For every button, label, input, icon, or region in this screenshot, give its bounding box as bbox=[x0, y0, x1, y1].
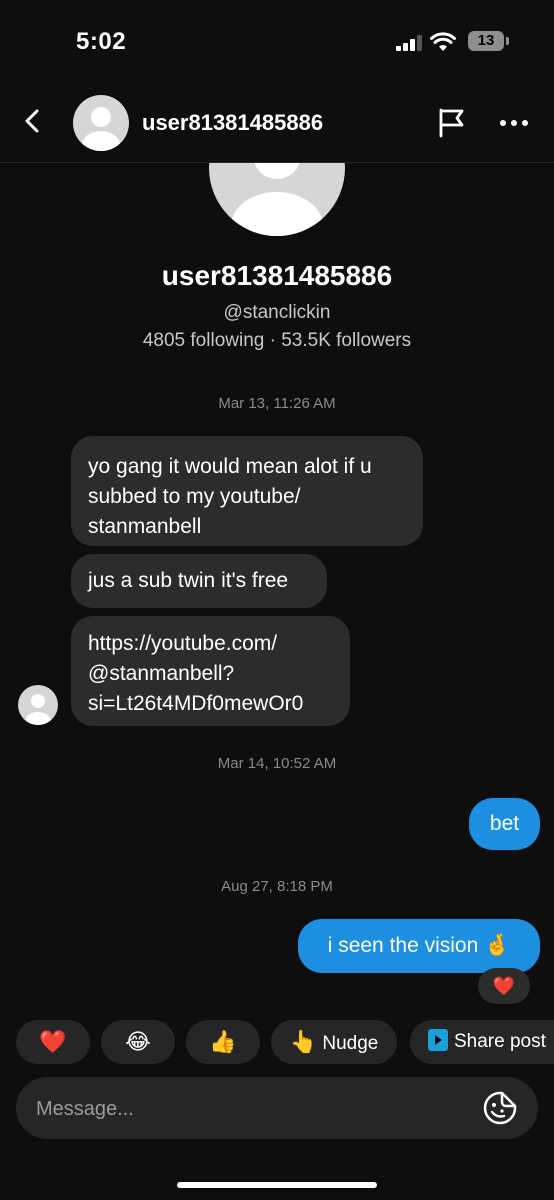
sticker-icon[interactable] bbox=[482, 1090, 518, 1126]
back-chevron-icon[interactable] bbox=[18, 106, 48, 136]
home-indicator[interactable] bbox=[177, 1182, 377, 1188]
message-bubble-outgoing[interactable]: bet bbox=[469, 798, 540, 850]
message-text: @stanmanbell? bbox=[88, 662, 235, 685]
battery-tip bbox=[506, 37, 509, 45]
message-text: jus a sub twin it's free bbox=[88, 569, 289, 592]
timestamp: Aug 27, 8:18 PM bbox=[221, 878, 333, 895]
header-username[interactable]: user81381485886 bbox=[142, 110, 323, 136]
message-reaction-heart[interactable]: ❤️ bbox=[478, 968, 530, 1004]
flag-icon[interactable] bbox=[436, 106, 468, 138]
profile-stats: 4805 following · 53.5K followers bbox=[142, 330, 412, 351]
heart-emoji: ❤️ bbox=[39, 1029, 67, 1054]
nudge-label: Nudge bbox=[322, 1033, 379, 1054]
status-bar: 5:02 13 bbox=[0, 0, 554, 80]
message-bubble-incoming[interactable]: jus a sub twin it's free bbox=[71, 554, 327, 608]
message-bubble-outgoing[interactable]: i seen the vision 🤞 bbox=[298, 919, 540, 973]
wifi-icon bbox=[430, 32, 456, 51]
quick-reaction-heart[interactable]: ❤️ bbox=[16, 1020, 90, 1064]
message-bubble-incoming-link[interactable]: https://youtube.com/ @stanmanbell? si=Lt… bbox=[71, 616, 350, 726]
chat-header: user81381485886 bbox=[0, 80, 554, 163]
quick-reaction-laugh[interactable]: 😂 bbox=[101, 1020, 175, 1064]
cellular-signal-icon bbox=[396, 35, 424, 51]
share-post-label: Share post bbox=[454, 1031, 546, 1052]
profile-name: user81381485886 bbox=[161, 260, 393, 291]
message-text: si=Lt26t4MDf0mewOr0 bbox=[88, 692, 304, 715]
thumbs-up-emoji: 👍 bbox=[209, 1029, 237, 1054]
header-avatar[interactable] bbox=[73, 95, 129, 151]
laugh-emoji: 😂 bbox=[125, 1029, 151, 1054]
message-composer bbox=[16, 1077, 538, 1141]
message-text: stanmanbell bbox=[88, 515, 202, 538]
message-text: i seen the vision 🤞 bbox=[327, 934, 511, 957]
share-play-icon bbox=[428, 1029, 448, 1051]
timestamp: Mar 14, 10:52 AM bbox=[217, 755, 337, 772]
profile-handle: @stanclickin bbox=[223, 302, 331, 323]
status-time: 5:02 bbox=[76, 28, 127, 55]
timestamp: Mar 13, 11:26 AM bbox=[218, 395, 336, 412]
message-text: subbed to my youtube/ bbox=[88, 485, 301, 508]
sender-avatar[interactable] bbox=[18, 685, 58, 725]
share-post-button[interactable]: Share post bbox=[410, 1020, 554, 1064]
message-text: yo gang it would mean alot if u bbox=[88, 455, 372, 478]
more-icon[interactable] bbox=[498, 108, 530, 138]
message-text: https://youtube.com/ bbox=[88, 632, 278, 655]
message-text: bet bbox=[489, 812, 520, 835]
message-input[interactable] bbox=[34, 1077, 478, 1141]
message-bubble-incoming[interactable]: yo gang it would mean alot if u subbed t… bbox=[71, 436, 423, 546]
pointing-emoji: 👆 bbox=[289, 1029, 318, 1054]
nudge-button[interactable]: 👆 Nudge bbox=[271, 1020, 397, 1064]
quick-reaction-thumbs-up[interactable]: 👍 bbox=[186, 1020, 260, 1064]
battery-level: 13 bbox=[468, 31, 504, 51]
